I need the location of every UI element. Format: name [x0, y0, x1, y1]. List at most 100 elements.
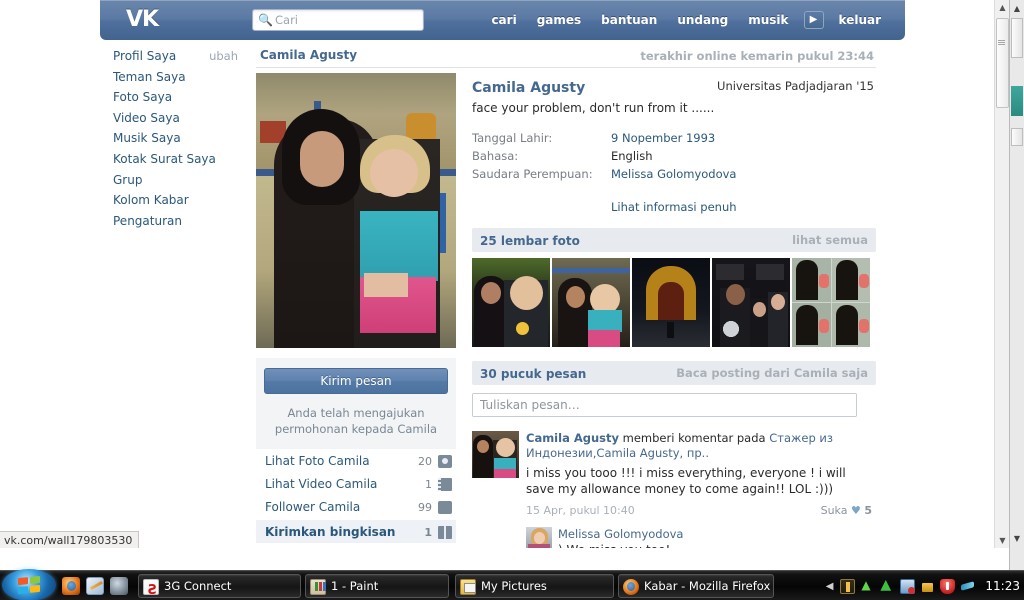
thumb4-box — [716, 264, 744, 280]
reply-avatar-face — [534, 532, 545, 544]
outer-scroll-down-icon[interactable]: ▼ — [1010, 532, 1024, 546]
photos-see-all-link[interactable]: lihat semua — [792, 228, 868, 252]
scroll-down-arrow-icon[interactable]: ▼ — [995, 533, 1009, 548]
link-label: Kirimkan bingkisan — [265, 525, 396, 539]
wall-filter-link[interactable]: Baca posting dari Camila saja — [676, 361, 868, 385]
main-content: Camila Agusty terakhir online kemarin pu… — [256, 46, 876, 548]
sidebar: Profil Saya ubah Teman Saya Foto Saya Vi… — [100, 46, 250, 231]
profile-photo[interactable] — [256, 73, 456, 348]
monitor-disconnected-icon[interactable] — [900, 578, 916, 594]
bird-app-icon[interactable] — [960, 579, 975, 594]
profile-left-column: Kirim pesan Anda telah mengajukan permoh… — [256, 73, 461, 543]
sidebar-item-profil-saya[interactable]: Profil Saya ubah — [100, 46, 250, 67]
nav-bantuan[interactable]: bantuan — [591, 0, 667, 40]
taskbar-button-3g-connect[interactable]: 3G Connect — [138, 574, 301, 598]
last-online-status: terakhir online kemarin pukul 23:44 — [640, 49, 874, 63]
photo-thumb-3[interactable] — [632, 258, 710, 347]
sidebar-item-foto-saya[interactable]: Foto Saya — [100, 87, 250, 108]
link-row-followers[interactable]: Follower Camila 99 — [256, 495, 456, 518]
camera-icon — [438, 455, 452, 468]
nav-keluar[interactable]: keluar — [829, 0, 891, 40]
sidebar-item-label: Pengaturan — [113, 213, 182, 228]
fact-value: English — [611, 149, 653, 163]
post-avatar[interactable] — [472, 431, 519, 478]
like-count: 5 — [864, 504, 872, 517]
wifi-icon[interactable] — [860, 578, 875, 594]
friend-request-note: Anda telah mengajukan permohonan kepada … — [274, 406, 438, 436]
outer-scrollbar-marker — [1011, 86, 1023, 116]
link-row-videos[interactable]: Lihat Video Camila 1 — [256, 472, 456, 495]
taskbar-button-firefox[interactable]: Kabar - Mozilla Firefox — [618, 574, 774, 598]
send-message-button[interactable]: Kirim pesan — [264, 368, 448, 394]
network-warning-icon[interactable] — [880, 577, 895, 594]
reply-avatar[interactable] — [526, 527, 552, 548]
photo-thumb-4[interactable] — [712, 258, 790, 347]
scroll-up-arrow-icon[interactable]: ▲ — [995, 0, 1009, 15]
top-nav: cari games bantuan undang musik ▶ keluar — [481, 0, 891, 40]
sidebar-item-video-saya[interactable]: Video Saya — [100, 108, 250, 129]
taskbar-button-my-pictures[interactable]: My Pictures — [455, 574, 614, 598]
link-row-send-gift[interactable]: Kirimkan bingkisan 1 — [256, 520, 456, 543]
sidebar-item-musik-saya[interactable]: Musik Saya — [100, 128, 250, 149]
start-button[interactable] — [2, 569, 56, 600]
sidebar-item-kolom-kabar[interactable]: Kolom Kabar — [100, 190, 250, 211]
sidebar-item-grup[interactable]: Grup — [100, 170, 250, 191]
sidebar-item-teman-saya[interactable]: Teman Saya — [100, 67, 250, 88]
vk-logo-icon[interactable]: VK — [118, 6, 166, 34]
photo-thumb-5[interactable] — [792, 258, 870, 347]
fact-value[interactable]: 9 Nopember 1993 — [611, 129, 715, 147]
fact-value[interactable]: Melissa Golomyodova — [611, 165, 736, 183]
outer-scroll-up-icon[interactable]: ▲ — [1010, 2, 1024, 16]
outer-scrollbar-thumb[interactable] — [1011, 18, 1023, 58]
quicklaunch-media-icon[interactable] — [110, 577, 128, 595]
search-box[interactable]: 🔍 — [252, 9, 424, 31]
sidebar-item-pengaturan[interactable]: Pengaturan — [100, 211, 250, 232]
system-tray: ◀ 11:23 — [826, 571, 1020, 600]
avatar-child-face — [496, 438, 515, 457]
sidebar-item-kotak-surat-saya[interactable]: Kotak Surat Saya — [100, 149, 250, 170]
taskbar-label: 1 - Paint — [331, 579, 379, 593]
taskbar-button-paint[interactable]: 1 - Paint — [305, 574, 449, 598]
sidebar-item-label: Kolom Kabar — [113, 193, 189, 208]
reply-text: ) We miss you too! — [558, 543, 876, 548]
thumb5-prop-3 — [819, 319, 829, 333]
sidebar-item-label: Musik Saya — [113, 131, 181, 146]
taskbar-clock[interactable]: 11:23 — [985, 579, 1020, 593]
play-arrow-icon[interactable]: ▶ — [803, 11, 824, 29]
wall-post: Camila Agusty memberi komentar pada Стаж… — [472, 431, 876, 517]
nav-musik[interactable]: musik — [738, 0, 798, 40]
photo-thumb-1[interactable] — [472, 258, 550, 347]
browser-viewport: VK 🔍 cari games bantuan undang musik ▶ k… — [0, 0, 1009, 548]
nav-games[interactable]: games — [527, 0, 591, 40]
security-lock-icon[interactable] — [920, 579, 935, 594]
thumb5-prop-4 — [859, 319, 869, 333]
sidebar-edit-link[interactable]: ubah — [209, 46, 238, 67]
reply-author[interactable]: Melissa Golomyodova — [558, 527, 876, 541]
quicklaunch-paint-icon[interactable] — [86, 577, 104, 595]
taskbar-label: 3G Connect — [164, 579, 232, 593]
like-control[interactable]: Suka ♥ 5 — [821, 504, 872, 517]
antivirus-shield-icon[interactable] — [940, 578, 956, 594]
full-info-link[interactable]: Lihat informasi penuh — [472, 200, 876, 214]
tray-expand-icon[interactable]: ◀ — [826, 581, 834, 592]
post-meta: 15 Apr, pukul 10:40 Suka ♥ 5 — [526, 504, 876, 517]
search-input[interactable] — [275, 11, 421, 29]
outer-scrollbar-thumb-2[interactable] — [1011, 128, 1023, 146]
outer-window-scrollbar[interactable]: ▲ ▼ — [1009, 0, 1024, 570]
link-row-photos[interactable]: Lihat Foto Camila 20 — [256, 449, 456, 472]
heart-icon[interactable]: ♥ — [851, 504, 861, 517]
nav-undang[interactable]: undang — [667, 0, 738, 40]
nav-cari[interactable]: cari — [481, 0, 526, 40]
post-author[interactable]: Camila Agusty — [526, 431, 619, 445]
photos-section-header: 25 lembar foto lihat semua — [472, 228, 876, 252]
thumb4-pattern — [718, 314, 744, 344]
photo-thumb-2[interactable] — [552, 258, 630, 347]
quicklaunch-firefox-icon[interactable] — [62, 577, 80, 595]
wall-composer[interactable] — [472, 393, 857, 417]
scrollbar-thumb[interactable] — [996, 18, 1009, 108]
sidebar-item-label: Profil Saya — [113, 49, 177, 63]
page-scrollbar-vertical[interactable]: ▲ ▼ — [994, 0, 1009, 548]
thumb1-adult-face — [481, 282, 501, 304]
usb-icon[interactable] — [840, 578, 856, 594]
wall-composer-input[interactable] — [473, 394, 856, 416]
